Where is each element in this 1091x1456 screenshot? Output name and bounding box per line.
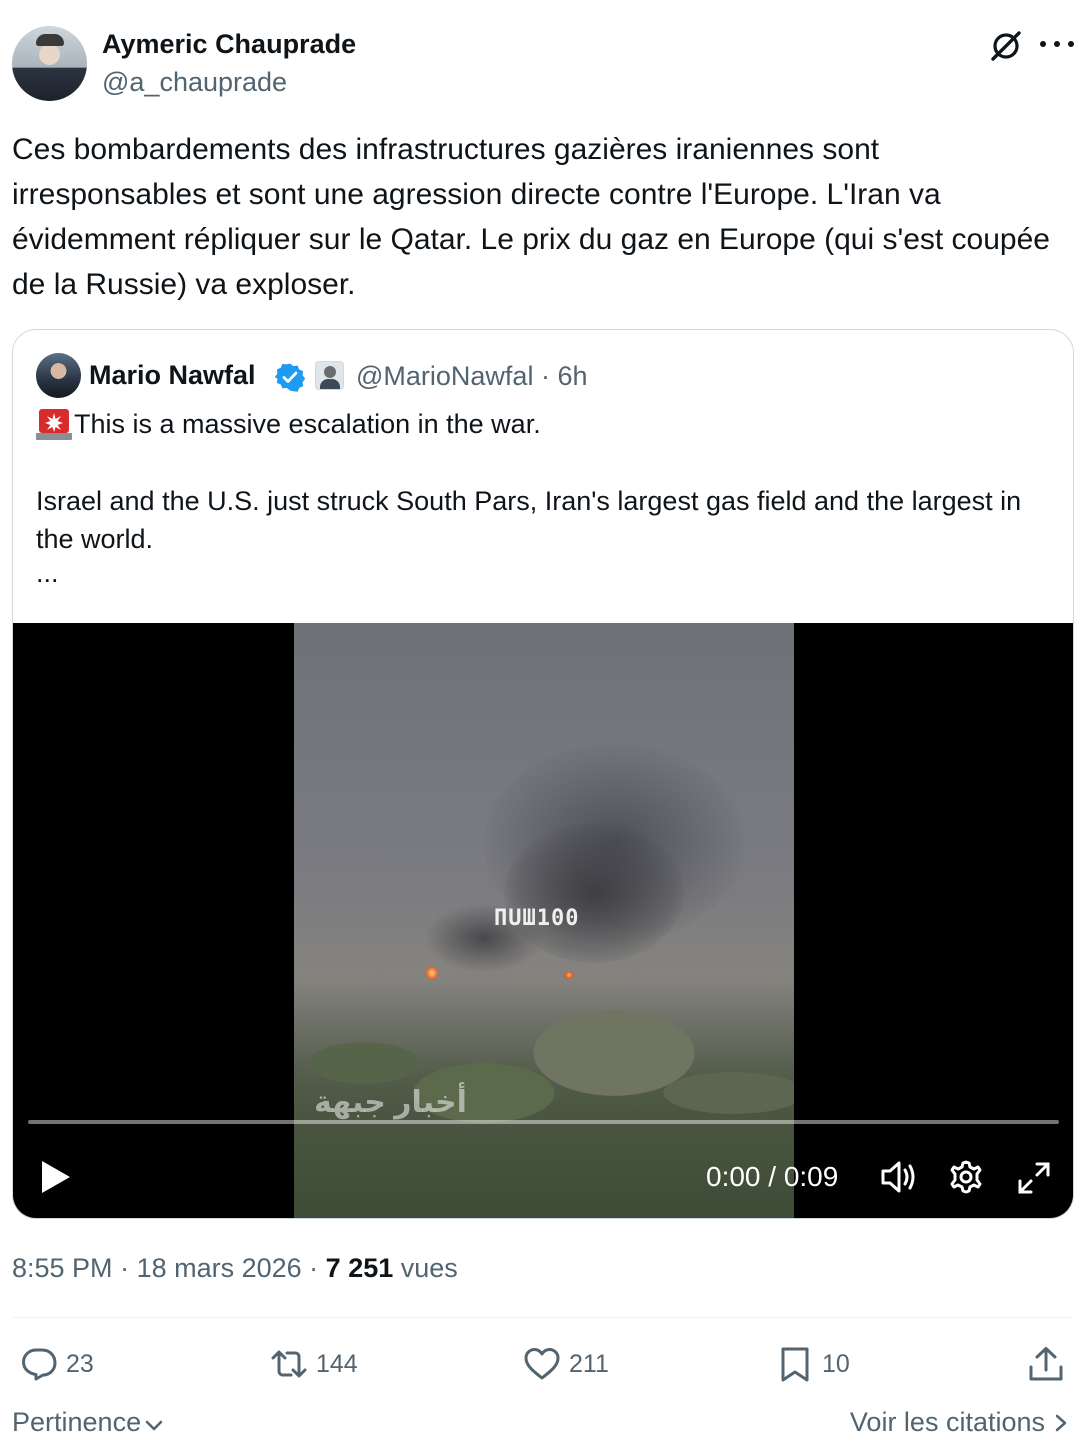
tweet-time[interactable]: 8:55 PM [12,1253,113,1283]
tweet-timestamp: 8:55 PM · 18 mars 2026 · 7 251 vues [12,1253,458,1283]
sort-dropdown[interactable]: Pertinence [12,1407,165,1438]
quoted-avatar[interactable] [36,353,81,398]
video-time: 0:00 / 0:09 [706,1161,839,1192]
views-count: 7 251 [325,1253,394,1283]
volume-icon[interactable] [879,1159,919,1195]
reply-button[interactable]: 23 [20,1342,94,1386]
views-label: vues [400,1253,458,1283]
like-count: 211 [569,1349,609,1378]
quoted-text-first: This is a massive escalation in the war. [74,408,541,439]
video-frame: ПUШ100 أخبار جبهة [294,623,794,1218]
chevron-right-icon [1055,1414,1067,1431]
quoted-handle-time: @MarioNawfal · 6h [356,361,588,391]
repost-count: 144 [316,1349,358,1378]
grok-icon[interactable] [988,28,1024,64]
verified-badge-icon [275,363,305,392]
quoted-text-line1: This is a massive escalation in the war. [36,407,541,441]
tweet-text: Ces bombardements des infrastructures ga… [12,133,1050,301]
share-icon [1029,1347,1063,1381]
repost-icon [271,1350,307,1378]
author-avatar[interactable] [12,26,87,101]
sort-label: Pertinence [12,1407,142,1437]
heart-icon [524,1348,560,1380]
quoted-tweet[interactable]: Mario Nawfal @MarioNawfal · 6h This is a… [12,329,1074,1219]
settings-icon[interactable] [948,1159,984,1195]
view-quotes-label: Voir les citations [849,1407,1045,1437]
repost-button[interactable]: 144 [270,1342,358,1386]
quoted-text-body: Israel and the U.S. just struck South Pa… [36,486,1022,554]
quoted-text-ellipsis: ... [36,558,59,588]
divider [12,1317,1074,1318]
video-arabic-watermark: أخبار جبهة [314,1086,467,1119]
share-button[interactable] [1027,1342,1073,1386]
bookmark-count: 10 [822,1349,850,1378]
fullscreen-icon[interactable] [1017,1161,1051,1195]
play-icon[interactable] [37,1158,73,1196]
author-name[interactable]: Aymeric Chauprade [102,29,356,60]
tweet-date[interactable]: 18 mars 2026 [137,1253,302,1283]
like-button[interactable]: 211 [523,1342,609,1386]
video-watermark: ПUШ100 [494,906,580,931]
video-progress-bar[interactable] [28,1120,1059,1124]
siren-emoji-icon [36,409,72,440]
affiliation-badge-icon[interactable] [315,361,344,390]
more-icon[interactable] [1040,32,1074,56]
chevron-down-icon [145,1420,163,1430]
view-quotes-link[interactable]: Voir les citations [850,1407,1071,1438]
quoted-author-name[interactable]: Mario Nawfal [89,360,256,391]
bookmark-button[interactable]: 10 [776,1342,850,1386]
author-handle[interactable]: @a_chauprade [102,67,287,98]
video-player[interactable]: ПUШ100 أخبار جبهة 0:00 / 0:09 [13,623,1073,1218]
reply-icon [22,1348,57,1381]
reply-count: 23 [66,1349,94,1378]
bookmark-icon [781,1347,809,1382]
